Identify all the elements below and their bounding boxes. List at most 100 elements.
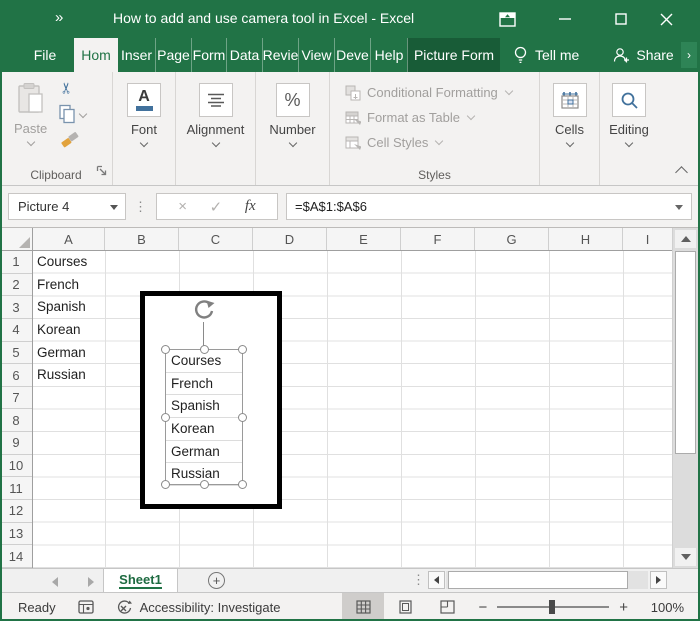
resize-handle-bottom-right[interactable] bbox=[238, 480, 247, 489]
cell-a4[interactable]: Korean bbox=[37, 319, 81, 342]
tab-data[interactable]: Data bbox=[226, 38, 262, 72]
tab-file[interactable]: File bbox=[16, 38, 74, 72]
name-box[interactable]: Picture 4 bbox=[8, 193, 126, 220]
resize-handle-top-center[interactable] bbox=[200, 345, 209, 354]
number-dropdown-chevron[interactable] bbox=[288, 139, 296, 147]
column-header-a[interactable]: A bbox=[33, 228, 105, 250]
cells-group-button[interactable]: Cells bbox=[540, 72, 599, 146]
formula-bar-splitter-icon[interactable]: ⋮ bbox=[134, 199, 148, 215]
column-header-d[interactable]: D bbox=[253, 228, 327, 250]
row-header-8[interactable]: 8 bbox=[0, 409, 32, 432]
cell-a1[interactable]: Courses bbox=[37, 251, 87, 274]
normal-view-button[interactable] bbox=[342, 593, 384, 621]
ribbon-display-options-button[interactable] bbox=[487, 0, 527, 38]
column-header-b[interactable]: B bbox=[105, 228, 179, 250]
cell-a3[interactable]: Spanish bbox=[37, 296, 86, 319]
number-group-button[interactable]: % Number bbox=[256, 72, 329, 146]
row-header-13[interactable]: 13 bbox=[0, 523, 32, 546]
column-header-e[interactable]: E bbox=[327, 228, 401, 250]
scroll-right-button[interactable] bbox=[650, 571, 667, 589]
tab-formulas[interactable]: Form bbox=[191, 38, 226, 72]
row-header-3[interactable]: 3 bbox=[0, 296, 32, 319]
resize-handle-bottom-left[interactable] bbox=[161, 480, 170, 489]
editing-dropdown-chevron[interactable] bbox=[625, 139, 633, 147]
row-header-12[interactable]: 12 bbox=[0, 500, 32, 523]
share-button[interactable]: Share bbox=[613, 38, 673, 72]
quick-access-overflow-icon[interactable]: » bbox=[55, 9, 61, 26]
font-dropdown-chevron[interactable] bbox=[140, 139, 148, 147]
paste-button[interactable]: Paste bbox=[14, 82, 47, 145]
column-header-h[interactable]: H bbox=[549, 228, 623, 250]
column-header-i[interactable]: I bbox=[623, 228, 672, 250]
new-sheet-button[interactable]: + bbox=[208, 572, 225, 589]
zoom-out-button[interactable]: − bbox=[468, 599, 497, 616]
cell-a2[interactable]: French bbox=[37, 274, 79, 297]
tab-home[interactable]: Hom bbox=[74, 38, 118, 72]
camera-picture-selection[interactable]: Courses French Spanish Korean German Rus… bbox=[165, 349, 243, 485]
cell-grid[interactable]: Courses French Spanish Korean German Rus… bbox=[33, 251, 672, 568]
zoom-level[interactable]: 100% bbox=[638, 600, 684, 615]
clipboard-dialog-launcher[interactable] bbox=[96, 163, 107, 181]
close-button[interactable] bbox=[646, 0, 686, 38]
row-header-1[interactable]: 1 bbox=[0, 251, 32, 274]
tell-me-box[interactable]: Tell me bbox=[514, 38, 579, 72]
formula-bar-expand-icon[interactable] bbox=[675, 205, 683, 210]
row-header-6[interactable]: 6 bbox=[0, 364, 32, 387]
tab-insert[interactable]: Inser bbox=[118, 38, 155, 72]
ribbon-scroll-right-button[interactable]: › bbox=[681, 42, 697, 68]
next-sheet-button[interactable] bbox=[88, 577, 94, 587]
zoom-slider[interactable] bbox=[497, 606, 609, 608]
cell-styles-button[interactable]: Cell Styles bbox=[330, 130, 539, 155]
tab-view[interactable]: View bbox=[298, 38, 334, 72]
cancel-button[interactable]: × bbox=[178, 198, 187, 215]
enter-button[interactable]: ✓ bbox=[210, 198, 223, 216]
editing-group-button[interactable]: Editing bbox=[600, 72, 658, 146]
tab-review[interactable]: Revie bbox=[262, 38, 298, 72]
macro-record-icon[interactable] bbox=[78, 600, 94, 614]
select-all-corner[interactable] bbox=[0, 228, 33, 250]
copy-button[interactable] bbox=[58, 104, 86, 124]
tab-bar-splitter-icon[interactable]: ⋮ bbox=[412, 572, 425, 588]
cell-a6[interactable]: Russian bbox=[37, 364, 86, 387]
row-header-14[interactable]: 14 bbox=[0, 545, 32, 568]
resize-handle-middle-right[interactable] bbox=[238, 413, 247, 422]
column-header-c[interactable]: C bbox=[179, 228, 253, 250]
accessibility-status[interactable]: Accessibility: Investigate bbox=[116, 600, 281, 615]
scroll-up-button[interactable] bbox=[675, 230, 696, 248]
copy-dropdown-chevron[interactable] bbox=[79, 110, 87, 118]
insert-function-button[interactable]: fx bbox=[245, 198, 256, 215]
resize-handle-top-left[interactable] bbox=[161, 345, 170, 354]
resize-handle-bottom-center[interactable] bbox=[200, 480, 209, 489]
rotation-handle-icon[interactable] bbox=[191, 298, 217, 324]
vertical-scrollbar-thumb[interactable] bbox=[675, 251, 696, 454]
resize-handle-middle-left[interactable] bbox=[161, 413, 170, 422]
alignment-group-button[interactable]: Alignment bbox=[176, 72, 255, 146]
tab-page-layout[interactable]: Page bbox=[155, 38, 191, 72]
column-header-g[interactable]: G bbox=[475, 228, 549, 250]
page-layout-view-button[interactable] bbox=[384, 593, 426, 621]
tab-developer[interactable]: Deve bbox=[334, 38, 370, 72]
collapse-ribbon-chevron[interactable] bbox=[675, 166, 688, 179]
row-header-2[interactable]: 2 bbox=[0, 274, 32, 297]
formula-input[interactable]: =$A$1:$A$6 bbox=[286, 193, 692, 220]
cells-dropdown-chevron[interactable] bbox=[565, 139, 573, 147]
format-painter-button[interactable] bbox=[60, 130, 80, 153]
page-break-preview-button[interactable] bbox=[426, 593, 468, 621]
zoom-in-button[interactable]: + bbox=[609, 599, 638, 616]
vertical-scrollbar[interactable] bbox=[672, 228, 700, 568]
maximize-button[interactable] bbox=[601, 0, 641, 38]
row-header-5[interactable]: 5 bbox=[0, 342, 32, 365]
paste-dropdown-chevron[interactable] bbox=[26, 138, 34, 146]
horizontal-scrollbar-thumb[interactable] bbox=[448, 571, 628, 589]
scroll-down-button[interactable] bbox=[675, 548, 696, 566]
cell-a5[interactable]: German bbox=[37, 342, 86, 365]
row-header-9[interactable]: 9 bbox=[0, 432, 32, 455]
row-header-11[interactable]: 11 bbox=[0, 477, 32, 500]
minimize-button[interactable] bbox=[545, 0, 585, 38]
sheet-tab-sheet1[interactable]: Sheet1 bbox=[103, 569, 178, 592]
cut-icon[interactable]: ✂ bbox=[57, 82, 75, 95]
column-header-f[interactable]: F bbox=[401, 228, 475, 250]
row-header-7[interactable]: 7 bbox=[0, 387, 32, 410]
zoom-slider-thumb[interactable] bbox=[549, 600, 555, 614]
previous-sheet-button[interactable] bbox=[52, 577, 58, 587]
